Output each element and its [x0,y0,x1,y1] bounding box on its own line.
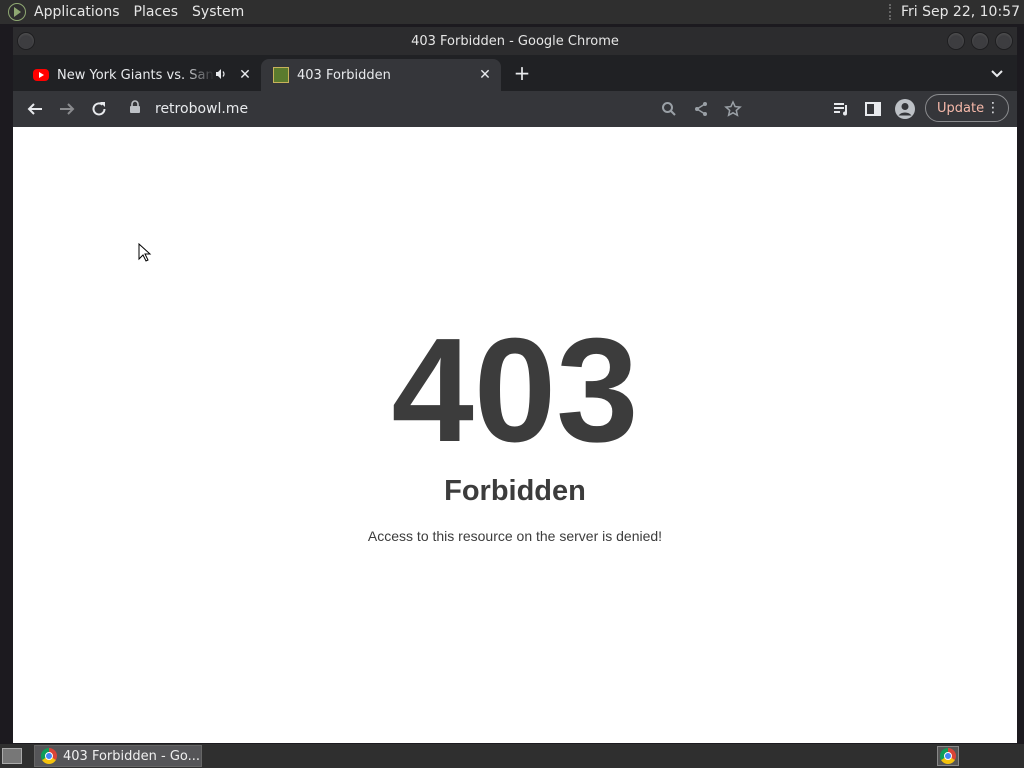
minimize-button[interactable] [947,32,965,50]
top-panel: Applications Places System Fri Sep 22, 1… [0,0,1024,24]
omnibox-actions [653,94,749,124]
toolbar: retrobowl.me Update ⋮ [13,91,1017,127]
speaker-icon[interactable] [215,68,229,83]
browser-window: 403 Forbidden - Google Chrome New York G… [13,27,1017,743]
bottom-panel: 403 Forbidden - Go... [0,744,1024,768]
window-titlebar[interactable]: 403 Forbidden - Google Chrome [13,27,1017,55]
tab-title: New York Giants vs. San Francisco [57,67,215,83]
tab-title: 403 Forbidden [297,67,391,83]
chevron-down-icon[interactable] [989,65,1005,81]
back-icon[interactable] [19,93,51,125]
update-label: Update [937,100,985,116]
address-bar[interactable]: retrobowl.me [119,94,749,124]
tab-strip: New York Giants vs. San Francisco ✕ 403 … [13,55,1017,91]
forward-icon[interactable] [51,93,83,125]
mouse-cursor-icon [138,243,152,262]
zoom-search-icon[interactable] [653,93,685,125]
lock-icon[interactable] [129,100,145,118]
share-icon[interactable] [685,93,717,125]
reload-icon[interactable] [83,93,115,125]
error-code: 403 [391,308,639,473]
clock[interactable]: Fri Sep 22, 10:57 [901,4,1020,20]
more-vertical-icon[interactable]: ⋮ [986,101,1000,115]
update-button[interactable]: Update ⋮ [925,94,1009,122]
profile-avatar-icon[interactable] [889,93,921,125]
maximize-button[interactable] [971,32,989,50]
error-title: Forbidden [444,475,586,507]
close-tab-icon[interactable]: ✕ [477,67,493,83]
url-text[interactable]: retrobowl.me [155,101,248,117]
toolbar-right [825,93,921,125]
window-menu-button[interactable] [17,32,35,50]
bookmark-star-icon[interactable] [717,93,749,125]
tab-youtube[interactable]: New York Giants vs. San Francisco ✕ [21,59,261,91]
window-title: 403 Forbidden - Google Chrome [411,33,619,49]
retrobowl-icon [273,67,289,83]
page-content: 403 Forbidden Access to this resource on… [13,127,1017,743]
taskbar-item-label: 403 Forbidden - Go... [63,748,201,764]
panel-grip-icon [888,4,893,20]
media-control-icon[interactable] [825,93,857,125]
error-message: Access to this resource on the server is… [367,528,663,544]
menu-system[interactable]: System [192,4,244,20]
new-tab-button[interactable]: + [511,63,533,85]
distro-logo-icon[interactable] [8,3,26,21]
menu-applications[interactable]: Applications [34,4,120,20]
youtube-icon [33,69,49,81]
tray-chrome-button[interactable] [937,746,959,766]
tab-forbidden[interactable]: 403 Forbidden ✕ [261,59,501,91]
close-tab-icon[interactable]: ✕ [237,67,253,83]
taskbar-item-chrome[interactable]: 403 Forbidden - Go... [34,745,202,767]
chrome-icon [940,748,956,764]
menu-places[interactable]: Places [134,4,179,20]
side-panel-icon[interactable] [857,93,889,125]
chrome-icon [41,748,57,764]
close-window-button[interactable] [995,32,1013,50]
show-desktop-icon[interactable] [2,748,22,764]
